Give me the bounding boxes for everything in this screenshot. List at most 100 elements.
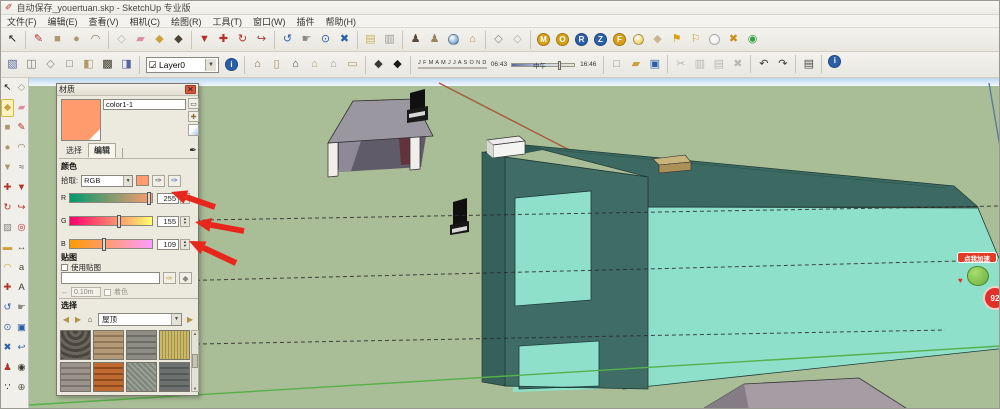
green-slider-handle[interactable]	[117, 215, 121, 228]
menu-item-1[interactable]: 编辑(E)	[48, 15, 78, 28]
ad-badge[interactable]: 点我加速	[957, 252, 997, 263]
house-door-icon[interactable]: ⌂	[286, 55, 305, 75]
undo-icon[interactable]: ↶	[754, 55, 773, 75]
red-value-field[interactable]: 255	[157, 193, 179, 204]
box-style-icon[interactable]: ◇	[489, 30, 508, 50]
rotate-tool-icon[interactable]: ↻	[1, 199, 14, 217]
axes-tool-icon[interactable]: ✚	[1, 279, 14, 297]
use-texture-checkbox[interactable]	[61, 264, 68, 271]
flag-small-icon[interactable]: ⚐	[686, 30, 705, 50]
redo-icon[interactable]: ↷	[773, 55, 792, 75]
materials-dialog-titlebar[interactable]: 材质 ✕	[57, 84, 198, 96]
followme-tool-icon[interactable]: ↪	[15, 199, 28, 217]
protractor-tool-icon[interactable]: ◠	[1, 259, 14, 277]
zoom-extents-icon[interactable]: ✖	[335, 30, 354, 50]
layer-manager-icon[interactable]: i	[225, 58, 238, 71]
blue-spinner[interactable]: ▲▼	[180, 239, 190, 250]
plugin-o-icon[interactable]: O	[556, 33, 569, 46]
textured-style-icon[interactable]: ▩	[98, 55, 117, 75]
paintbucket-tool-icon[interactable]: ◆	[1, 99, 14, 117]
detail-arrow-icon[interactable]: ▶	[184, 313, 196, 326]
scrollbar-thumb[interactable]	[192, 354, 198, 368]
make-component-icon[interactable]: ◇	[112, 30, 131, 50]
default-material-swatch[interactable]	[188, 124, 199, 136]
print-icon[interactable]: ▤	[799, 55, 818, 75]
save-file-icon[interactable]: ▣	[645, 55, 664, 75]
monochrome-style-icon[interactable]: ◨	[117, 55, 136, 75]
texture-roof-tile-gray[interactable]	[126, 330, 157, 360]
blue-value-field[interactable]: 109	[157, 239, 179, 250]
xray-style-icon[interactable]: ▧	[3, 55, 22, 75]
google-earth-icon[interactable]	[448, 34, 459, 45]
texture-roof-shingle-dark[interactable]	[60, 330, 91, 360]
line-tool-icon[interactable]: ✎	[15, 119, 28, 137]
forward-arrow-icon[interactable]: ▶	[72, 313, 84, 326]
line-tool-icon[interactable]: ✎	[29, 30, 48, 50]
plugin-z-icon[interactable]: Z	[594, 33, 607, 46]
table-leg-right[interactable]	[410, 135, 420, 170]
hiddenline-style-icon[interactable]: □	[60, 55, 79, 75]
browse-texture-icon[interactable]: ✑	[163, 272, 176, 284]
texture-roof-slate[interactable]	[159, 362, 190, 392]
red-slider-handle[interactable]	[147, 192, 151, 205]
secondary-pane-icon[interactable]: ▭	[188, 98, 199, 109]
eraser-tool-icon[interactable]: ▰	[131, 30, 150, 50]
create-material-icon[interactable]: ✚	[188, 111, 199, 122]
circle-tool-icon[interactable]: ●	[1, 139, 14, 157]
shadow-months-slider[interactable]: J F M A M J J A S O N D	[418, 60, 487, 69]
info-icon[interactable]: i	[828, 55, 841, 68]
texture-grid-scrollbar[interactable]: ▲ ▼	[191, 330, 199, 392]
shaded-style-icon[interactable]: ◧	[79, 55, 98, 75]
red-spinner[interactable]: ▲▼	[180, 193, 190, 204]
menu-item-2[interactable]: 查看(V)	[89, 15, 119, 28]
rectangle-tool-icon[interactable]: ■	[1, 119, 14, 137]
house-outline-icon[interactable]: ⌂	[324, 55, 343, 75]
pushpull-tool-icon[interactable]: ▼	[15, 179, 28, 197]
texture-roof-thatch[interactable]	[159, 330, 190, 360]
followme-tool-icon[interactable]: ↪	[252, 30, 271, 50]
eyedropper-icon[interactable]: ✒	[187, 144, 199, 157]
mascot-icon[interactable]	[967, 266, 989, 286]
chevron-down-icon[interactable]: ▼	[123, 176, 132, 186]
rotate-tool-icon[interactable]: ↻	[233, 30, 252, 50]
texture-size-input[interactable]	[71, 287, 101, 297]
section-plane-icon[interactable]: ⊕	[15, 379, 28, 397]
red-slider-track[interactable]	[69, 193, 153, 203]
door-icon[interactable]: ▯	[267, 55, 286, 75]
menu-item-6[interactable]: 窗口(W)	[253, 15, 286, 28]
zoom-tool-icon[interactable]: ⊙	[1, 319, 14, 337]
make-component-icon[interactable]: ◇	[15, 79, 28, 97]
arc-tool-icon[interactable]: ◠	[15, 139, 28, 157]
plugin-m-icon[interactable]: M	[537, 33, 550, 46]
colorize-checkbox[interactable]	[104, 289, 111, 296]
menu-item-0[interactable]: 文件(F)	[7, 15, 37, 28]
update-page-icon[interactable]: ▥	[380, 30, 399, 50]
zoom-extents-icon[interactable]: ✖	[1, 339, 14, 357]
copy-icon[interactable]: ▥	[690, 55, 709, 75]
blue-slider-track[interactable]	[69, 239, 153, 249]
person-light-icon[interactable]: ♟	[425, 30, 444, 50]
plugin-f-icon[interactable]: F	[613, 33, 626, 46]
ad-counter-badge[interactable]: 92	[983, 286, 999, 310]
texture-roof-gravel[interactable]	[126, 362, 157, 392]
home-icon[interactable]: ⌂	[84, 313, 96, 326]
flag-icon[interactable]: ⚑	[667, 30, 686, 50]
material-name-input[interactable]	[103, 99, 186, 110]
polygon-tool-icon[interactable]: ▼	[1, 159, 14, 177]
texture-roof-tile-orange[interactable]	[93, 362, 124, 392]
orbit-tool-icon[interactable]: ↺	[1, 299, 14, 317]
green-spinner[interactable]: ▲▼	[180, 216, 190, 227]
chevron-down-icon[interactable]: ▼	[205, 59, 216, 71]
panel-icon[interactable]: ▭	[343, 55, 362, 75]
component-house-icon[interactable]: ⌂	[248, 55, 267, 75]
offset-tool-icon[interactable]: ◎	[15, 219, 28, 237]
green-slider-track[interactable]	[69, 216, 153, 226]
eraser-tool-icon[interactable]: ▰	[15, 99, 28, 117]
position-camera-icon[interactable]: ♟	[1, 359, 14, 377]
house-box-icon[interactable]: ⌂	[305, 55, 324, 75]
select-tool-icon[interactable]: ↖	[3, 30, 22, 50]
tower-opening-back[interactable]	[506, 183, 595, 312]
rectangle-tool-icon[interactable]: ■	[48, 30, 67, 50]
texture-file-input[interactable]	[61, 272, 160, 284]
freehand-tool-icon[interactable]: ≈	[15, 159, 28, 177]
